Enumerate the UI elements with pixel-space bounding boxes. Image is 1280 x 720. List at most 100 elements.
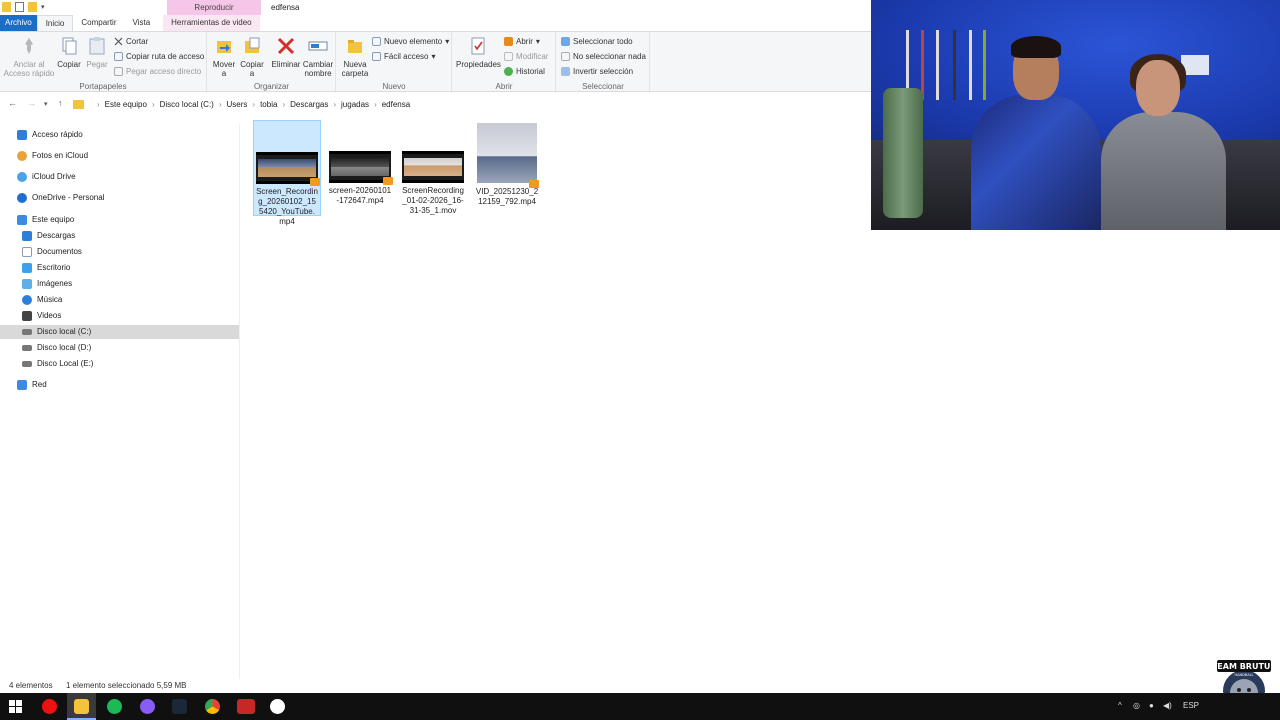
new-item-button[interactable]: Nuevo elemento ▾ <box>372 37 449 46</box>
record-app-icon[interactable] <box>42 699 57 714</box>
sidebar-item-label: Escritorio <box>37 263 71 272</box>
file-explorer-icon[interactable] <box>74 699 89 714</box>
easy-access-icon <box>372 52 381 61</box>
file-name: screen-20260101-172647.mp4 <box>328 186 392 205</box>
sidebar-item-disco-d[interactable]: Disco local (D:) <box>22 341 91 355</box>
breadcrumb[interactable]: › Este equipo › Disco local (C:) › Users… <box>73 97 410 111</box>
desktop-icon <box>22 263 32 273</box>
sidebar-item-icloud-drive[interactable]: iCloud Drive <box>17 170 76 184</box>
properties-label: Propiedades <box>456 60 501 69</box>
crumb-edfensa[interactable]: edfensa <box>382 100 410 109</box>
tab-herramientas-video[interactable]: Herramientas de video <box>163 15 260 31</box>
edit-button[interactable]: Modificar <box>504 52 548 61</box>
chrome-icon[interactable] <box>205 699 220 714</box>
pin-icon <box>19 36 39 56</box>
open-button[interactable]: Abrir ▾ <box>504 37 540 46</box>
rename-button[interactable]: Cambiar nombre <box>302 36 334 78</box>
tab-compartir[interactable]: Compartir <box>73 15 124 31</box>
properties-button[interactable]: Propiedades <box>456 36 501 69</box>
sidebar-item-imagenes[interactable]: Imágenes <box>22 277 72 291</box>
sidebar-item-red[interactable]: Red <box>17 378 47 392</box>
tab-archivo[interactable]: Archivo <box>0 15 37 31</box>
sidebar-item-disco-e[interactable]: Disco Local (E:) <box>22 357 93 371</box>
paste-button[interactable]: Pegar <box>84 36 110 69</box>
onedrive-icon <box>17 193 27 203</box>
up-arrow-icon[interactable]: ↑ <box>58 98 63 108</box>
pin-quick-access-button[interactable]: Anclar al Acceso rápido <box>3 36 55 78</box>
sidebar-item-videos[interactable]: Videos <box>22 309 61 323</box>
back-arrow-icon[interactable]: ← <box>8 98 17 108</box>
sidebar-item-disco-c[interactable]: Disco local (C:) <box>0 325 239 339</box>
delete-button[interactable]: Eliminar <box>271 36 301 69</box>
drive-icon <box>22 345 32 351</box>
vlc-badge-icon <box>310 178 320 186</box>
cut-label: Cortar <box>126 37 149 46</box>
sidebar-item-label: Red <box>32 380 47 389</box>
sidebar-item-musica[interactable]: Música <box>22 293 62 307</box>
spotify-icon[interactable] <box>107 699 122 714</box>
select-none-button[interactable]: No seleccionar nada <box>561 52 646 61</box>
chevron-down-icon: ▾ <box>535 37 540 46</box>
app-circle-icon[interactable] <box>140 699 155 714</box>
crumb-users[interactable]: Users <box>227 100 248 109</box>
svg-text:TEAM BRUTUS: TEAM BRUTUS <box>1215 662 1273 671</box>
sidebar-item-documentos[interactable]: Documentos <box>22 245 82 259</box>
steam-icon[interactable] <box>172 699 187 714</box>
image-icon <box>22 279 32 289</box>
crumb-disco-c[interactable]: Disco local (C:) <box>160 100 214 109</box>
chevron-down-icon[interactable]: ▾ <box>41 3 45 11</box>
file-item[interactable]: ScreenRecording_01-02-2026_16-31-35_1.mo… <box>399 120 467 216</box>
sidebar-item-label: Disco local (D:) <box>37 343 92 352</box>
sidebar-item-fotos-icloud[interactable]: Fotos en iCloud <box>17 149 88 163</box>
file-item[interactable]: screen-20260101-172647.mp4 <box>326 120 394 216</box>
copy-button[interactable]: Copiar <box>56 36 82 69</box>
move-to-button[interactable]: Mover a <box>211 36 237 78</box>
group-label-abrir: Abrir <box>495 82 513 91</box>
crumb-este-equipo[interactable]: Este equipo <box>105 100 147 109</box>
steam-tray-icon[interactable]: ● <box>1149 701 1154 710</box>
paste-label: Pegar <box>86 60 108 69</box>
copy-to-button[interactable]: Copiar a <box>239 36 265 78</box>
windows-start-icon[interactable] <box>9 700 22 713</box>
speaker-icon[interactable]: ◀) <box>1163 701 1172 710</box>
sidebar-item-este-equipo[interactable]: Este equipo <box>17 213 74 227</box>
cut-button[interactable]: Cortar <box>114 37 148 46</box>
new-folder-icon[interactable] <box>28 2 37 12</box>
paste-shortcut-button[interactable]: Pegar acceso directo <box>114 67 201 76</box>
sidebar-item-onedrive[interactable]: OneDrive - Personal <box>17 191 104 205</box>
group-label-portapapeles: Portapapeles <box>79 82 127 91</box>
select-all-label: Seleccionar todo <box>573 37 633 46</box>
sidebar-item-acceso-rapido[interactable]: Acceso rápido <box>17 128 83 142</box>
webcam-feed <box>871 0 1280 230</box>
group-label-organizar: Organizar <box>253 82 290 91</box>
tab-inicio[interactable]: Inicio <box>36 15 74 31</box>
forward-arrow-icon[interactable]: → <box>27 98 36 108</box>
file-item[interactable]: Screen_Recording_20260102_155420_YouTube… <box>253 120 321 226</box>
antivirus-icon[interactable]: ◎ <box>1133 701 1140 710</box>
select-all-button[interactable]: Seleccionar todo <box>561 37 633 46</box>
drive-icon <box>22 361 32 367</box>
new-folder-button[interactable]: Nueva carpeta <box>339 36 371 78</box>
tab-vista[interactable]: Vista <box>125 15 159 31</box>
invert-selection-button[interactable]: Invertir selección <box>561 67 633 76</box>
properties-icon[interactable] <box>15 2 24 12</box>
sidebar-item-label: OneDrive - Personal <box>32 193 105 202</box>
copy-path-button[interactable]: Copiar ruta de acceso <box>114 52 204 61</box>
easy-access-button[interactable]: Fácil acceso ▾ <box>372 52 435 61</box>
voicemeeter-icon[interactable] <box>237 699 255 714</box>
obs-icon[interactable] <box>270 699 285 714</box>
sidebar-item-escritorio[interactable]: Escritorio <box>22 261 70 275</box>
paste-shortcut-label: Pegar acceso directo <box>126 67 202 76</box>
sidebar-item-label: Este equipo <box>32 215 75 224</box>
history-button[interactable]: Historial <box>504 67 545 76</box>
copy-to-icon <box>242 36 262 56</box>
crumb-tobia[interactable]: tobia <box>260 100 277 109</box>
language-indicator[interactable]: ESP <box>1183 701 1199 710</box>
new-item-icon <box>372 37 381 46</box>
file-item[interactable]: VID_20251230_212159_792.mp4 <box>473 120 541 216</box>
crumb-descargas[interactable]: Descargas <box>290 100 328 109</box>
chevron-up-icon[interactable]: ^ <box>1118 701 1122 710</box>
recent-chevron-icon[interactable]: ▾ <box>44 100 48 108</box>
crumb-jugadas[interactable]: jugadas <box>341 100 369 109</box>
sidebar-item-descargas[interactable]: Descargas <box>22 229 75 243</box>
